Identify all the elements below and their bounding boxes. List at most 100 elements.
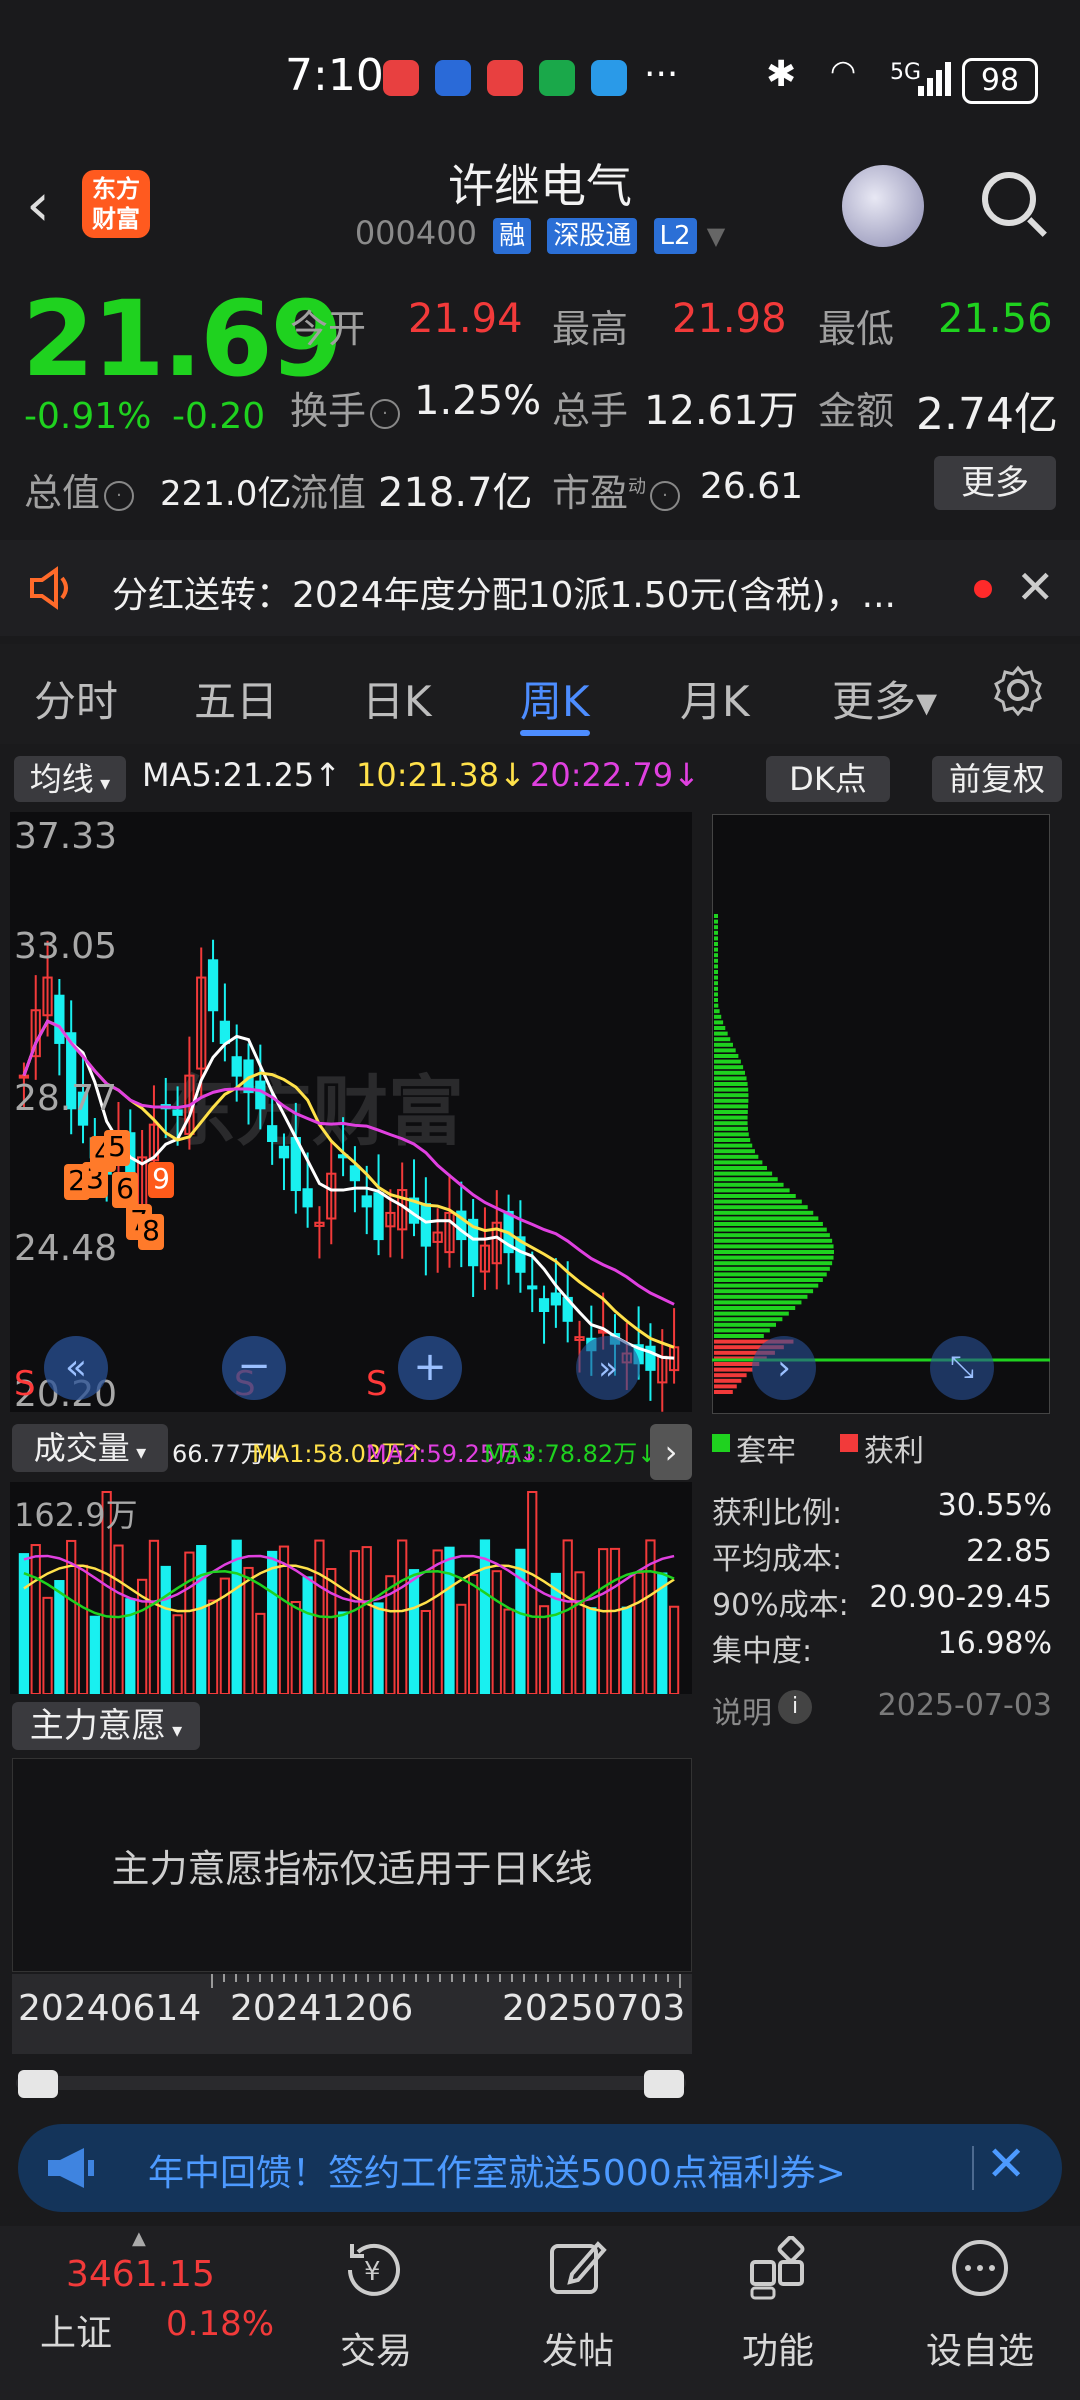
main-force-dropdown[interactable]: 主力意愿 ▾ [12,1702,200,1750]
compose-icon[interactable] [546,2236,610,2300]
wifi-icon: ◠ [830,54,857,89]
speaker-icon [28,566,76,610]
volume-indicator-label: 成交量 [33,1429,130,1467]
chip-note-label: 说明 [712,1696,772,1731]
chip-bar [714,1289,814,1294]
pe-value: 26.61 [700,466,804,507]
chip-bar [714,992,718,997]
connect-tag: 深股通 [547,218,638,254]
battery-icon: 98 [962,58,1038,104]
chip-bar [714,1098,749,1103]
chip-bar [714,1216,819,1221]
index-name[interactable]: 上证 [40,2304,112,2356]
app-notification-icon [435,60,471,96]
chip-bar [714,998,718,1002]
info-icon[interactable]: · [650,480,681,511]
chip-bar [714,1261,833,1266]
adjust-mode-button[interactable]: 前复权 [932,756,1062,802]
chip-bar [714,1121,748,1126]
notice-text[interactable]: 分红送转：2024年度分配10派1.50元(含税)，... [112,566,896,618]
main-force-message: 主力意愿指标仅适用于日K线 [111,1847,593,1891]
promo-text[interactable]: 年中回馈！签约工作室就送5000点福利券> [148,2144,846,2196]
gear-icon[interactable] [992,664,1044,717]
tab-monthly-k[interactable]: 月K [680,668,750,729]
volume-bar [408,1569,420,1694]
zoom-out-button[interactable]: − [222,1336,286,1400]
chip-bar [714,1154,759,1159]
chip-bar [714,919,718,924]
tab-daily-k[interactable]: 日K [362,668,432,729]
scroll-left-button[interactable]: « [44,1336,108,1400]
assistant-robot-icon[interactable] [842,165,924,247]
more-circle-icon[interactable] [948,2236,1012,2300]
sell-signal: S [14,1364,36,1404]
chip-bar [714,930,718,935]
nav-add-watchlist[interactable]: 设自选 [910,2322,1050,2374]
app-notification-icon [539,60,575,96]
range-slider-track[interactable] [16,2076,686,2090]
chip-bar [714,1149,755,1154]
nav-functions[interactable]: 功能 [708,2322,848,2374]
tab-weekly-k[interactable]: 周K [520,668,590,729]
nav-trade[interactable]: 交易 [306,2322,446,2374]
tab-more[interactable]: 更多▾ [832,668,937,729]
chevron-down-icon: ▾ [129,1440,147,1464]
candle-body [302,1188,313,1208]
chip-bar [714,1244,834,1249]
chevron-up-icon[interactable]: ▲ [132,2228,146,2249]
tab-five-day[interactable]: 五日 [194,668,278,729]
nav-post[interactable]: 发帖 [508,2322,648,2374]
index-value[interactable]: 3461.15 [66,2254,215,2295]
change-percent: -0.91% [24,396,152,437]
candle-body [278,1145,290,1159]
ma10-value: 10:21.38↓ [356,756,526,794]
dk-point-button[interactable]: DK点 [766,756,890,802]
chevron-right-icon[interactable]: › [650,1424,692,1480]
volume-value: 12.61万 [644,388,799,434]
volume-bar [562,1539,573,1694]
y-tick-label: 37.33 [14,816,118,857]
info-icon[interactable]: · [370,398,401,429]
float-label: 流值 [290,471,367,515]
chip-bar [714,975,718,980]
chip-label: 集中度: [712,1634,813,1669]
tab-intraday[interactable]: 分时 [34,668,118,729]
open-label: 今开 [290,307,367,351]
chip-bar [714,1082,748,1086]
mktcap-label-text: 总值 [24,471,101,515]
range-slider-right-handle[interactable] [644,2070,684,2098]
open-value: 21.94 [408,296,523,342]
volume-bar [586,1607,597,1694]
chevron-down-icon[interactable]: ▼ [707,222,725,250]
turnover-label: 换手 · [290,380,404,435]
range-slider-left-handle[interactable] [18,2070,58,2098]
pe-sup: 动 [628,476,647,498]
zoom-in-button[interactable]: + [398,1336,462,1400]
close-icon[interactable]: ✕ [986,2136,1026,2192]
volume-bar [207,1599,219,1694]
chevron-right-icon[interactable]: › [752,1336,816,1400]
trade-icon[interactable]: ¥ [342,2236,406,2300]
volume-indicator-dropdown[interactable]: 成交量 ▾ [12,1424,168,1472]
more-quote-button[interactable]: 更多 [934,456,1056,510]
chip-bar [714,1294,808,1299]
close-icon[interactable]: ✕ [1016,560,1055,614]
scroll-right-button[interactable]: » [576,1336,640,1400]
expand-icon[interactable]: ⤡ [930,1336,994,1400]
search-icon[interactable] [982,172,1036,226]
chip-bar [714,1020,724,1025]
index-change[interactable]: 0.18% [166,2304,274,2344]
level2-tag[interactable]: L2 [653,218,697,254]
chip-bar [714,981,718,986]
stock-code: 000400 [354,214,477,252]
grid-icon[interactable] [746,2235,810,2300]
chip-bar [714,1300,802,1305]
volume-bar [337,1611,349,1694]
chip-bar [714,1373,747,1378]
info-icon[interactable]: · [104,480,135,511]
sequence-marker: 5 [104,1130,130,1166]
chip-bar [714,1087,749,1092]
ma-indicator-dropdown[interactable]: 均线 ▾ [14,756,126,802]
volume-bar [349,1550,361,1694]
info-icon[interactable]: i [778,1690,812,1724]
